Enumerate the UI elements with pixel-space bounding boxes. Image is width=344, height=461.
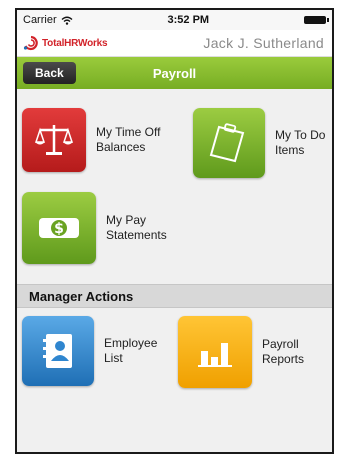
- employee-list-tile-icon[interactable]: [22, 316, 94, 386]
- tile-pay-statements[interactable]: $ My Pay Statements: [22, 192, 186, 264]
- to-do-tile-icon[interactable]: [193, 108, 265, 178]
- address-book-icon: [43, 334, 72, 368]
- tile-employee-list[interactable]: Employee List: [22, 316, 174, 386]
- wifi-icon: [61, 16, 73, 25]
- pay-statements-tile-icon[interactable]: $: [22, 192, 96, 264]
- carrier-label: Carrier: [23, 14, 57, 26]
- tile-time-off[interactable]: My Time Off Balances: [22, 108, 176, 172]
- clipboard-icon: [209, 123, 245, 163]
- brand-bar: TotalHRWorks Jack J. Sutherland: [17, 30, 332, 57]
- status-bar: Carrier 3:52 PM: [17, 10, 332, 30]
- logo: TotalHRWorks: [23, 35, 108, 51]
- section-header: Manager Actions: [17, 284, 332, 308]
- clock: 3:52 PM: [167, 14, 210, 26]
- bar-chart-icon: [198, 343, 232, 367]
- svg-text:$: $: [54, 221, 64, 237]
- payroll-reports-label: Payroll Reports: [262, 337, 305, 366]
- to-do-label: My To Do Items: [275, 128, 326, 157]
- battery-icon: [303, 16, 329, 24]
- pay-statements-label: My Pay Statements: [106, 213, 167, 242]
- logo-swirl-icon: [23, 35, 38, 51]
- phone-screen: Carrier 3:52 PM TotalHRWorks Jack J. Sut…: [15, 8, 334, 454]
- employee-list-label: Employee List: [104, 336, 158, 365]
- money-icon: $: [39, 218, 79, 238]
- tile-to-do[interactable]: My To Do Items: [193, 108, 332, 178]
- back-button[interactable]: Back: [23, 62, 76, 84]
- logo-text: TotalHRWorks: [42, 37, 108, 49]
- time-off-label: My Time Off Balances: [96, 125, 161, 154]
- user-name: Jack J. Sutherland: [203, 35, 324, 51]
- nav-bar: Back Payroll: [17, 57, 332, 89]
- time-off-tile-icon[interactable]: [22, 108, 86, 172]
- payroll-reports-tile-icon[interactable]: [178, 316, 252, 388]
- tile-payroll-reports[interactable]: Payroll Reports: [178, 316, 322, 388]
- page-title: Payroll: [152, 65, 197, 81]
- scale-icon: [34, 125, 74, 155]
